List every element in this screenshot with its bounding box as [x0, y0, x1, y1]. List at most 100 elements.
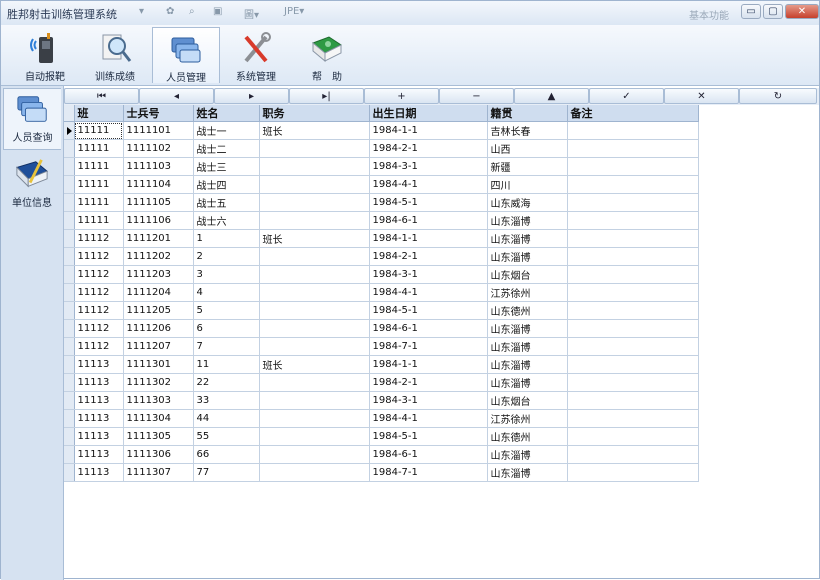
col-birthdate-cell[interactable]: 1984-1-1: [369, 229, 488, 248]
col-remarks-cell[interactable]: [567, 355, 699, 374]
col-squad-cell[interactable]: 11112: [74, 319, 124, 338]
col-name-cell[interactable]: 66: [193, 445, 260, 464]
table-row[interactable]: 11113 1111301 11 班长 1984-1-1 山东淄博: [64, 355, 699, 374]
col-position-cell[interactable]: 班长: [259, 355, 370, 374]
col-name-cell[interactable]: 战士五: [193, 193, 260, 212]
col-position-cell[interactable]: [259, 463, 370, 482]
col-soldier-id-cell[interactable]: 1111304: [123, 409, 194, 428]
col-birthdate-cell[interactable]: 1984-2-1: [369, 247, 488, 266]
col-birthdate-cell[interactable]: 1984-6-1: [369, 319, 488, 338]
col-soldier-id-cell[interactable]: 1111104: [123, 175, 194, 194]
row-indicator[interactable]: [64, 193, 75, 212]
col-hometown-cell[interactable]: 山东德州: [487, 427, 568, 446]
row-indicator[interactable]: [64, 265, 75, 284]
col-name-cell[interactable]: 战士一: [193, 121, 260, 140]
table-row[interactable]: 11112 1111205 5 1984-5-1 山东德州: [64, 301, 699, 320]
col-position-cell[interactable]: [259, 427, 370, 446]
col-squad-cell[interactable]: 11112: [74, 301, 124, 320]
col-birthdate-cell[interactable]: 1984-2-1: [369, 373, 488, 392]
col-position-cell[interactable]: [259, 247, 370, 266]
col-name-cell[interactable]: 44: [193, 409, 260, 428]
col-birthdate-cell[interactable]: 1984-1-1: [369, 355, 488, 374]
row-indicator[interactable]: [64, 211, 75, 230]
col-squad-cell[interactable]: 11111: [74, 139, 124, 158]
table-row[interactable]: 11112 1111203 3 1984-3-1 山东烟台: [64, 265, 699, 284]
col-squad-cell[interactable]: 11112: [74, 283, 124, 302]
col-position-cell[interactable]: [259, 211, 370, 230]
sidebar-item-unit-info[interactable]: 单位信息: [3, 154, 61, 216]
col-remarks-cell[interactable]: [567, 283, 699, 302]
col-birthdate-cell[interactable]: 1984-3-1: [369, 157, 488, 176]
table-row[interactable]: 11112 1111202 2 1984-2-1 山东淄博: [64, 247, 699, 266]
table-row[interactable]: 11111 1111104 战士四 1984-4-1 四川: [64, 175, 699, 194]
qa-tool-3-icon[interactable]: ▣: [213, 6, 222, 17]
col-name-cell[interactable]: 33: [193, 391, 260, 410]
col-soldier-id-cell[interactable]: 1111302: [123, 373, 194, 392]
col-remarks-cell[interactable]: [567, 301, 699, 320]
col-soldier-id-cell[interactable]: 1111202: [123, 247, 194, 266]
col-remarks-cell[interactable]: [567, 373, 699, 392]
col-squad-cell[interactable]: 11112: [74, 229, 124, 248]
row-indicator[interactable]: [64, 391, 75, 410]
col-hometown-cell[interactable]: 山东淄博: [487, 229, 568, 248]
col-soldier-id-cell[interactable]: 1111207: [123, 337, 194, 356]
row-indicator[interactable]: [64, 247, 75, 266]
col-hometown-cell[interactable]: 山东烟台: [487, 265, 568, 284]
qa-tool-2-icon[interactable]: ⌕: [189, 6, 195, 17]
col-position-cell[interactable]: [259, 301, 370, 320]
col-squad-cell[interactable]: 11111: [74, 211, 124, 230]
nav-edit-button[interactable]: ▲: [514, 88, 589, 104]
col-birthdate-cell[interactable]: 1984-7-1: [369, 337, 488, 356]
row-indicator[interactable]: [64, 355, 75, 374]
col-soldier-id-cell[interactable]: 1111301: [123, 355, 194, 374]
row-indicator[interactable]: [64, 409, 75, 428]
col-position-cell[interactable]: 班长: [259, 121, 370, 140]
col-birthdate-cell[interactable]: 1984-3-1: [369, 391, 488, 410]
col-hometown-cell[interactable]: 山西: [487, 139, 568, 158]
col-name-cell[interactable]: 战士二: [193, 139, 260, 158]
col-name-cell[interactable]: 6: [193, 319, 260, 338]
col-hometown-header[interactable]: 籍贯: [487, 105, 568, 122]
row-indicator[interactable]: [64, 373, 75, 392]
col-squad-cell[interactable]: 11111: [74, 175, 124, 194]
col-position-cell[interactable]: [259, 157, 370, 176]
col-hometown-cell[interactable]: 山东淄博: [487, 373, 568, 392]
col-birthdate-cell[interactable]: 1984-2-1: [369, 139, 488, 158]
nav-next-button[interactable]: ▸: [214, 88, 289, 104]
sidebar-item-personnel-query[interactable]: 人员查询: [3, 88, 61, 150]
col-remarks-cell[interactable]: [567, 121, 699, 140]
nav-prev-button[interactable]: ◂: [139, 88, 214, 104]
col-soldier-id-cell[interactable]: 1111305: [123, 427, 194, 446]
nav-last-button[interactable]: ▸|: [289, 88, 364, 104]
col-birthdate-cell[interactable]: 1984-3-1: [369, 265, 488, 284]
qa-tool-1-icon[interactable]: ✿: [166, 6, 174, 17]
col-hometown-cell[interactable]: 山东淄博: [487, 247, 568, 266]
col-remarks-cell[interactable]: [567, 445, 699, 464]
col-position-cell[interactable]: [259, 193, 370, 212]
col-name-cell[interactable]: 3: [193, 265, 260, 284]
col-soldier-id-cell[interactable]: 1111203: [123, 265, 194, 284]
table-row[interactable]: 11113 1111302 22 1984-2-1 山东淄博: [64, 373, 699, 392]
table-row[interactable]: 11111 1111106 战士六 1984-6-1 山东淄博: [64, 211, 699, 230]
col-soldier-id-cell[interactable]: 1111205: [123, 301, 194, 320]
col-name-cell[interactable]: 22: [193, 373, 260, 392]
table-row[interactable]: 11111 1111105 战士五 1984-5-1 山东威海: [64, 193, 699, 212]
col-hometown-cell[interactable]: 山东淄博: [487, 463, 568, 482]
col-position-cell[interactable]: [259, 337, 370, 356]
nav-insert-button[interactable]: +: [364, 88, 439, 104]
table-row[interactable]: 11112 1111206 6 1984-6-1 山东淄博: [64, 319, 699, 338]
table-row[interactable]: 11111 1111103 战士三 1984-3-1 新疆: [64, 157, 699, 176]
col-position-cell[interactable]: [259, 265, 370, 284]
col-name-cell[interactable]: 战士三: [193, 157, 260, 176]
col-position-cell[interactable]: [259, 319, 370, 338]
col-squad-cell[interactable]: 11113: [74, 355, 124, 374]
minimize-button[interactable]: ▭: [741, 4, 761, 19]
col-position-cell[interactable]: [259, 175, 370, 194]
col-soldier-id-cell[interactable]: 1111204: [123, 283, 194, 302]
col-squad-cell[interactable]: 11113: [74, 391, 124, 410]
col-remarks-cell[interactable]: [567, 427, 699, 446]
row-indicator[interactable]: [64, 301, 75, 320]
col-remarks-cell[interactable]: [567, 193, 699, 212]
nav-cancel-button[interactable]: ✕: [664, 88, 739, 104]
col-remarks-cell[interactable]: [567, 211, 699, 230]
